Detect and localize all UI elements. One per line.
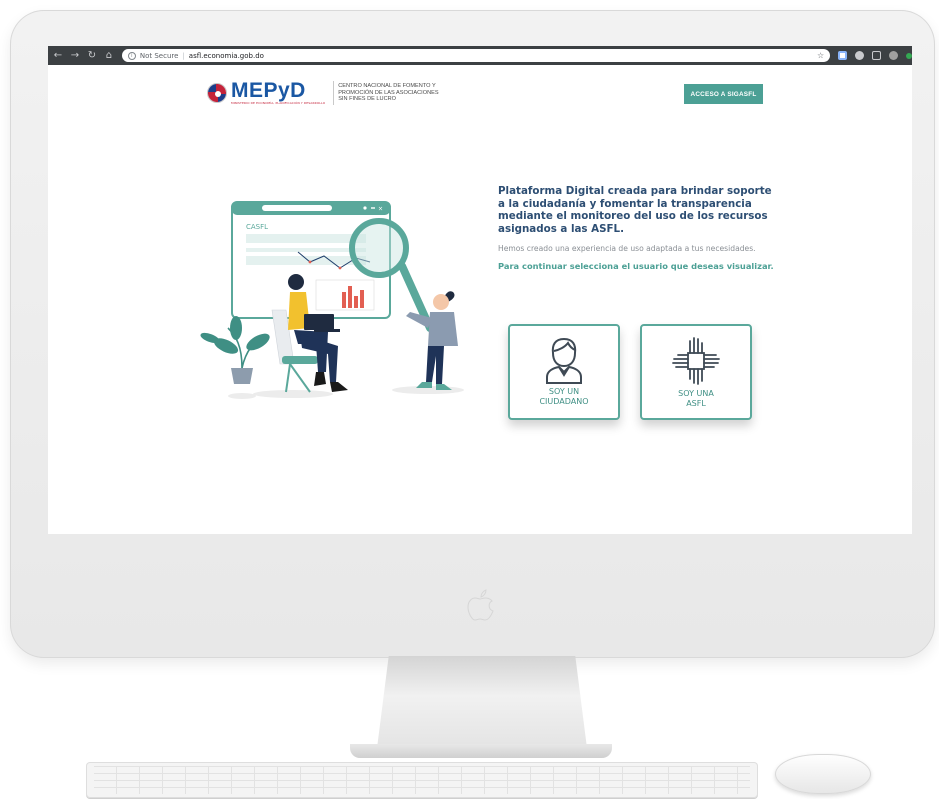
- brand-name: MEPyD: [231, 79, 306, 102]
- url-text: asfl.economia.gob.do: [188, 51, 264, 60]
- soy-ciudadano-card[interactable]: SOY UN CIUDADANO: [508, 324, 620, 420]
- plant-icon: [200, 316, 270, 384]
- mouse: [775, 754, 871, 794]
- cast-icon[interactable]: [872, 51, 882, 60]
- coat-of-arms-icon: [207, 83, 227, 103]
- browser-toolbar: ← → ↻ ⌂ i Not Secure | asfl.economia.gob…: [48, 46, 912, 65]
- intro-section: Plataforma Digital creada para brindar s…: [498, 185, 778, 272]
- joined-hands-icon: [672, 337, 720, 385]
- forward-arrow-icon[interactable]: →: [68, 46, 82, 65]
- man-holding-magnifier-icon: [406, 291, 458, 390]
- extension-icon[interactable]: [855, 51, 865, 60]
- acceso-sigasfl-button[interactable]: ACCESO A SIGASFL: [684, 84, 763, 104]
- page-headline: Plataforma Digital creada para brindar s…: [498, 185, 772, 235]
- centro-name: CENTRO NACIONAL DE FOMENTO Y PROMOCIÓN D…: [338, 83, 438, 102]
- back-arrow-icon[interactable]: ←: [51, 46, 65, 65]
- card-label-line: CIUDADANO: [539, 397, 589, 406]
- selection-instruction: Para continuar selecciona el usuario que…: [498, 261, 774, 272]
- info-icon[interactable]: i: [127, 51, 136, 60]
- page-description: Hemos creado una experiencia de uso adap…: [498, 244, 756, 254]
- window-label: CASFL: [246, 223, 268, 231]
- monitor-base: [350, 744, 612, 758]
- extension-icon[interactable]: [838, 51, 848, 60]
- apple-logo-icon: [467, 589, 494, 621]
- hero-illustration: × CASFL: [200, 201, 464, 399]
- mepyd-logo[interactable]: MEPyD MINISTERIO DE ECONOMÍA, PLANIFICAC…: [207, 79, 439, 105]
- card-label-line: SOY UNA: [678, 389, 714, 398]
- monitor-stand: [376, 656, 588, 756]
- address-bar[interactable]: i Not Secure | asfl.economia.gob.do ☆: [121, 49, 831, 62]
- url-separator: |: [182, 51, 185, 60]
- reload-icon[interactable]: ↻: [85, 46, 99, 65]
- soy-asfl-card[interactable]: SOY UNA ASFL: [640, 324, 752, 420]
- card-label-line: ASFL: [686, 399, 706, 408]
- brand-subtitle: MINISTERIO DE ECONOMÍA, PLANIFICACIÓN Y …: [231, 101, 326, 105]
- screen: ← → ↻ ⌂ i Not Secure | asfl.economia.gob…: [48, 46, 912, 534]
- person-icon: [546, 337, 582, 384]
- logo-divider: [333, 81, 335, 105]
- svg-text:×: ×: [378, 206, 383, 213]
- security-status: Not Secure: [139, 51, 179, 60]
- profile-avatar-icon[interactable]: [889, 51, 899, 60]
- bookmark-star-icon[interactable]: ☆: [817, 49, 824, 62]
- keyboard: [86, 762, 758, 798]
- extension-status-icon[interactable]: [906, 52, 912, 59]
- card-label-line: SOY UN: [548, 387, 580, 396]
- centro-line: SIN FINES DE LUCRO: [338, 96, 396, 103]
- home-icon[interactable]: ⌂: [102, 46, 116, 65]
- centro-line: CENTRO NACIONAL DE FOMENTO Y: [338, 83, 436, 90]
